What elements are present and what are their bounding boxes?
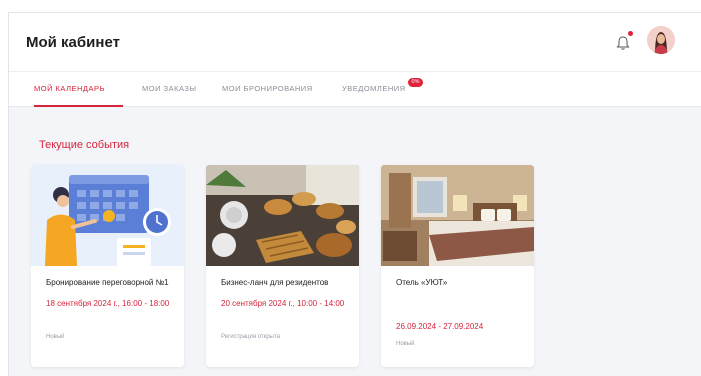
header: Мой кабинет [9, 13, 701, 71]
event-card[interactable]: Бизнес-ланч для резидентов 20 сентября 2… [206, 165, 359, 367]
app-frame: Мой кабинет Мой календарь Мои заказы Мои… [8, 12, 701, 376]
notifications-badge: 0% [408, 78, 423, 87]
hotel-room-photo [381, 165, 534, 266]
event-card[interactable]: Отель «УЮТ» 26.09.2024 - 27.09.2024 Новы… [381, 165, 534, 367]
event-date: 26.09.2024 - 27.09.2024 [396, 322, 484, 331]
event-status: Новый [46, 334, 65, 340]
section-title: Текущие события [39, 139, 130, 151]
event-date: 20 сентября 2024 г., 10:00 - 14:00 [221, 299, 345, 308]
tab-my-orders[interactable]: Мои заказы [142, 84, 197, 93]
tab-my-calendar[interactable]: Мой календарь [34, 84, 105, 93]
user-avatar[interactable] [647, 26, 675, 54]
event-title: Бронирование переговорной №1 [46, 278, 169, 287]
event-title: Отель «УЮТ» [396, 278, 448, 287]
event-title: Бизнес-ланч для резидентов [221, 278, 329, 287]
notification-dot [628, 31, 633, 36]
business-lunch-photo [206, 165, 359, 266]
event-card[interactable]: Бронирование переговорной №1 18 сентября… [31, 165, 184, 367]
tab-notifications[interactable]: Уведомления [342, 84, 406, 93]
event-date: 18 сентября 2024 г., 16:00 - 18:00 [46, 299, 170, 308]
event-status: Регистрация открыта [221, 334, 280, 340]
event-status: Новый [396, 341, 415, 347]
page-title: Мой кабинет [26, 34, 120, 51]
tab-bar: Мой календарь Мои заказы Мои бронировани… [9, 71, 701, 107]
tab-my-bookings[interactable]: Мои бронирования [222, 84, 313, 93]
calendar-illustration [31, 165, 184, 266]
bell-icon[interactable] [616, 35, 630, 51]
active-tab-indicator [34, 105, 123, 107]
